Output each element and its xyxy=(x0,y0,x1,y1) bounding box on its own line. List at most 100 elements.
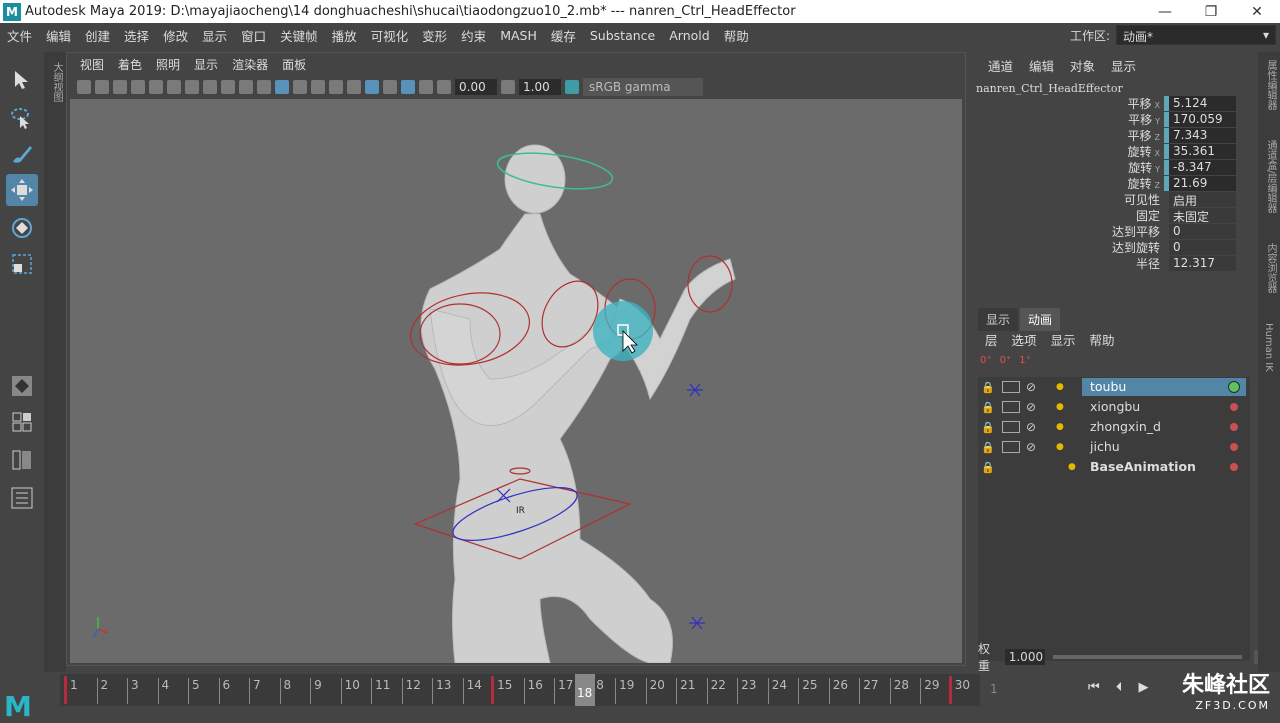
side-tab[interactable]: 属性编辑器 xyxy=(1263,60,1278,110)
layer-mute-icon[interactable] xyxy=(1002,421,1020,433)
outliner-icon[interactable] xyxy=(6,482,38,514)
attribute-value-field[interactable]: 12.317 xyxy=(1164,255,1236,271)
side-tab[interactable]: Human IK xyxy=(1263,323,1274,372)
layer-mute-icon[interactable] xyxy=(1002,441,1020,453)
attribute-value-field[interactable]: 0 xyxy=(1164,239,1236,255)
layer-row[interactable]: 🔒 ⊘ ● zhongxin_d xyxy=(978,417,1250,437)
attribute-value-field[interactable]: 170.059 xyxy=(1164,111,1236,127)
layer-name[interactable]: toubu xyxy=(1082,378,1246,396)
minimize-button[interactable]: — xyxy=(1142,4,1188,20)
field-chart-icon[interactable] xyxy=(221,80,235,94)
workspace-selector[interactable]: 工作区: 动画* ▾ xyxy=(1070,25,1276,45)
rotate-tool-icon[interactable] xyxy=(6,212,38,244)
close-button[interactable]: ✕ xyxy=(1234,4,1280,20)
solo-icon[interactable]: ● xyxy=(1056,422,1068,432)
channel-menu-item[interactable]: 通道 xyxy=(980,56,1021,75)
paint-select-tool-icon[interactable] xyxy=(6,138,38,170)
four-view-layout-icon[interactable] xyxy=(6,406,38,438)
channel-menu-item[interactable]: 对象 xyxy=(1062,56,1103,75)
time-ruler[interactable]: 1 2 3 4 5 6 7 8 9 10 11 12 13 14 15 16 17 18 19 20 21 22 23 24 2… xyxy=(60,674,980,706)
single-perspective-layout-icon[interactable] xyxy=(6,370,38,402)
layer-menu-item[interactable]: 帮助 xyxy=(1083,330,1122,349)
viewport-menu-item[interactable]: 视图 xyxy=(73,56,111,73)
menu-item[interactable]: 选择 xyxy=(117,26,156,45)
layer-name[interactable]: xiongbu xyxy=(1082,398,1246,416)
layer-menu-item[interactable]: 层 xyxy=(978,330,1005,349)
keyframe-marker[interactable] xyxy=(948,676,952,704)
menu-item[interactable]: 播放 xyxy=(325,26,364,45)
time-slider[interactable]: 1 2 3 4 5 6 7 8 9 10 11 12 13 14 15 16 17 18 19 20 21 22 23 24 2… xyxy=(0,672,1280,720)
restore-button[interactable]: ❐ xyxy=(1188,4,1234,20)
attribute-value-field[interactable]: -8.347 xyxy=(1164,159,1236,175)
film-gate-icon[interactable] xyxy=(167,80,181,94)
layer-menu-item[interactable]: 选项 xyxy=(1005,330,1044,349)
weight-field[interactable]: 1.000 xyxy=(1004,649,1045,665)
lasso-tool-icon[interactable] xyxy=(6,102,38,134)
camera-attr-icon[interactable] xyxy=(95,80,109,94)
menu-item[interactable]: 缓存 xyxy=(544,26,583,45)
layer-row[interactable]: 🔒 ⊘ ● jichu xyxy=(978,437,1250,457)
new-layer-icon[interactable]: 0⁺ xyxy=(980,355,992,366)
ghost-icon[interactable]: ⊘ xyxy=(1026,440,1040,454)
playback-controls[interactable]: ⏮ ⏴ ▶ xyxy=(1088,680,1154,695)
menu-item[interactable]: MASH xyxy=(493,28,544,43)
smooth-shade-icon[interactable] xyxy=(275,80,289,94)
scale-tool-icon[interactable] xyxy=(6,248,38,280)
range-start-field[interactable]: 1 xyxy=(990,682,998,696)
lights-icon[interactable] xyxy=(329,80,343,94)
channel-menu-item[interactable]: 编辑 xyxy=(1021,56,1062,75)
color-management-icon[interactable] xyxy=(565,80,579,94)
grid-icon[interactable] xyxy=(149,80,163,94)
layer-row[interactable]: 🔒 ⊘ ● xiongbu xyxy=(978,397,1250,417)
layer-mute-icon[interactable] xyxy=(1002,401,1020,413)
viewport-menu-item[interactable]: 显示 xyxy=(187,56,225,73)
gate-mask-icon[interactable] xyxy=(203,80,217,94)
persp-outliner-layout-icon[interactable] xyxy=(6,444,38,476)
lock-icon[interactable]: 🔒 xyxy=(978,381,998,394)
textured-icon[interactable] xyxy=(311,80,325,94)
viewport-menu-item[interactable]: 照明 xyxy=(149,56,187,73)
solo-icon[interactable]: ● xyxy=(1056,382,1068,392)
attribute-value-field[interactable]: 启用 xyxy=(1164,191,1236,208)
menu-item[interactable]: 关键帧 xyxy=(273,26,325,45)
exposure-icon[interactable] xyxy=(437,80,451,94)
menu-item[interactable]: 变形 xyxy=(415,26,454,45)
image-plane-icon[interactable] xyxy=(131,80,145,94)
attribute-value-field[interactable]: 0 xyxy=(1164,223,1236,239)
solo-icon[interactable]: ● xyxy=(1068,462,1080,472)
wireframe-icon[interactable] xyxy=(257,80,271,94)
default-material-icon[interactable] xyxy=(293,80,307,94)
xray-icon[interactable] xyxy=(383,80,397,94)
layer-name[interactable]: zhongxin_d xyxy=(1082,418,1246,436)
menu-item[interactable]: 窗口 xyxy=(234,26,273,45)
solo-icon[interactable]: ● xyxy=(1056,402,1068,412)
menu-item[interactable]: 显示 xyxy=(195,26,234,45)
viewport-menu-item[interactable]: 渲染器 xyxy=(225,56,275,73)
outliner-collapsed-tab[interactable]: 大纲视图 xyxy=(44,52,66,672)
attribute-value-field[interactable]: 35.361 xyxy=(1164,143,1236,159)
menu-item[interactable]: 文件 xyxy=(0,26,39,45)
isolate-select-icon[interactable] xyxy=(365,80,379,94)
layer-menu-item[interactable]: 显示 xyxy=(1044,330,1083,349)
menu-item[interactable]: Substance xyxy=(583,28,662,43)
layer-name[interactable]: BaseAnimation xyxy=(1082,458,1246,476)
layer-row[interactable]: 🔒 ● BaseAnimation xyxy=(978,457,1250,477)
menu-item[interactable]: 帮助 xyxy=(717,26,756,45)
menu-item[interactable]: Arnold xyxy=(662,28,716,43)
ghost-icon[interactable]: ⊘ xyxy=(1026,420,1040,434)
side-tab[interactable]: 内容浏览器 xyxy=(1263,243,1278,293)
weight-slider[interactable] xyxy=(1052,655,1243,659)
solo-icon[interactable]: ● xyxy=(1056,442,1068,452)
viewport-menu-item[interactable]: 着色 xyxy=(111,56,149,73)
lock-icon[interactable]: 🔒 xyxy=(978,421,998,434)
view-transform-field[interactable]: sRGB gamma xyxy=(583,78,703,96)
attribute-value-field[interactable]: 未固定 xyxy=(1164,207,1236,224)
attribute-value-field[interactable]: 5.124 xyxy=(1164,95,1236,111)
3d-viewport[interactable]: IR xyxy=(70,99,962,663)
camera-icon[interactable] xyxy=(77,80,91,94)
lock-icon[interactable]: 🔒 xyxy=(978,461,998,474)
current-frame-indicator[interactable]: 18 xyxy=(574,674,595,706)
channel-menu-item[interactable]: 显示 xyxy=(1103,56,1144,75)
lock-icon[interactable]: 🔒 xyxy=(978,441,998,454)
shadows-icon[interactable] xyxy=(347,80,361,94)
